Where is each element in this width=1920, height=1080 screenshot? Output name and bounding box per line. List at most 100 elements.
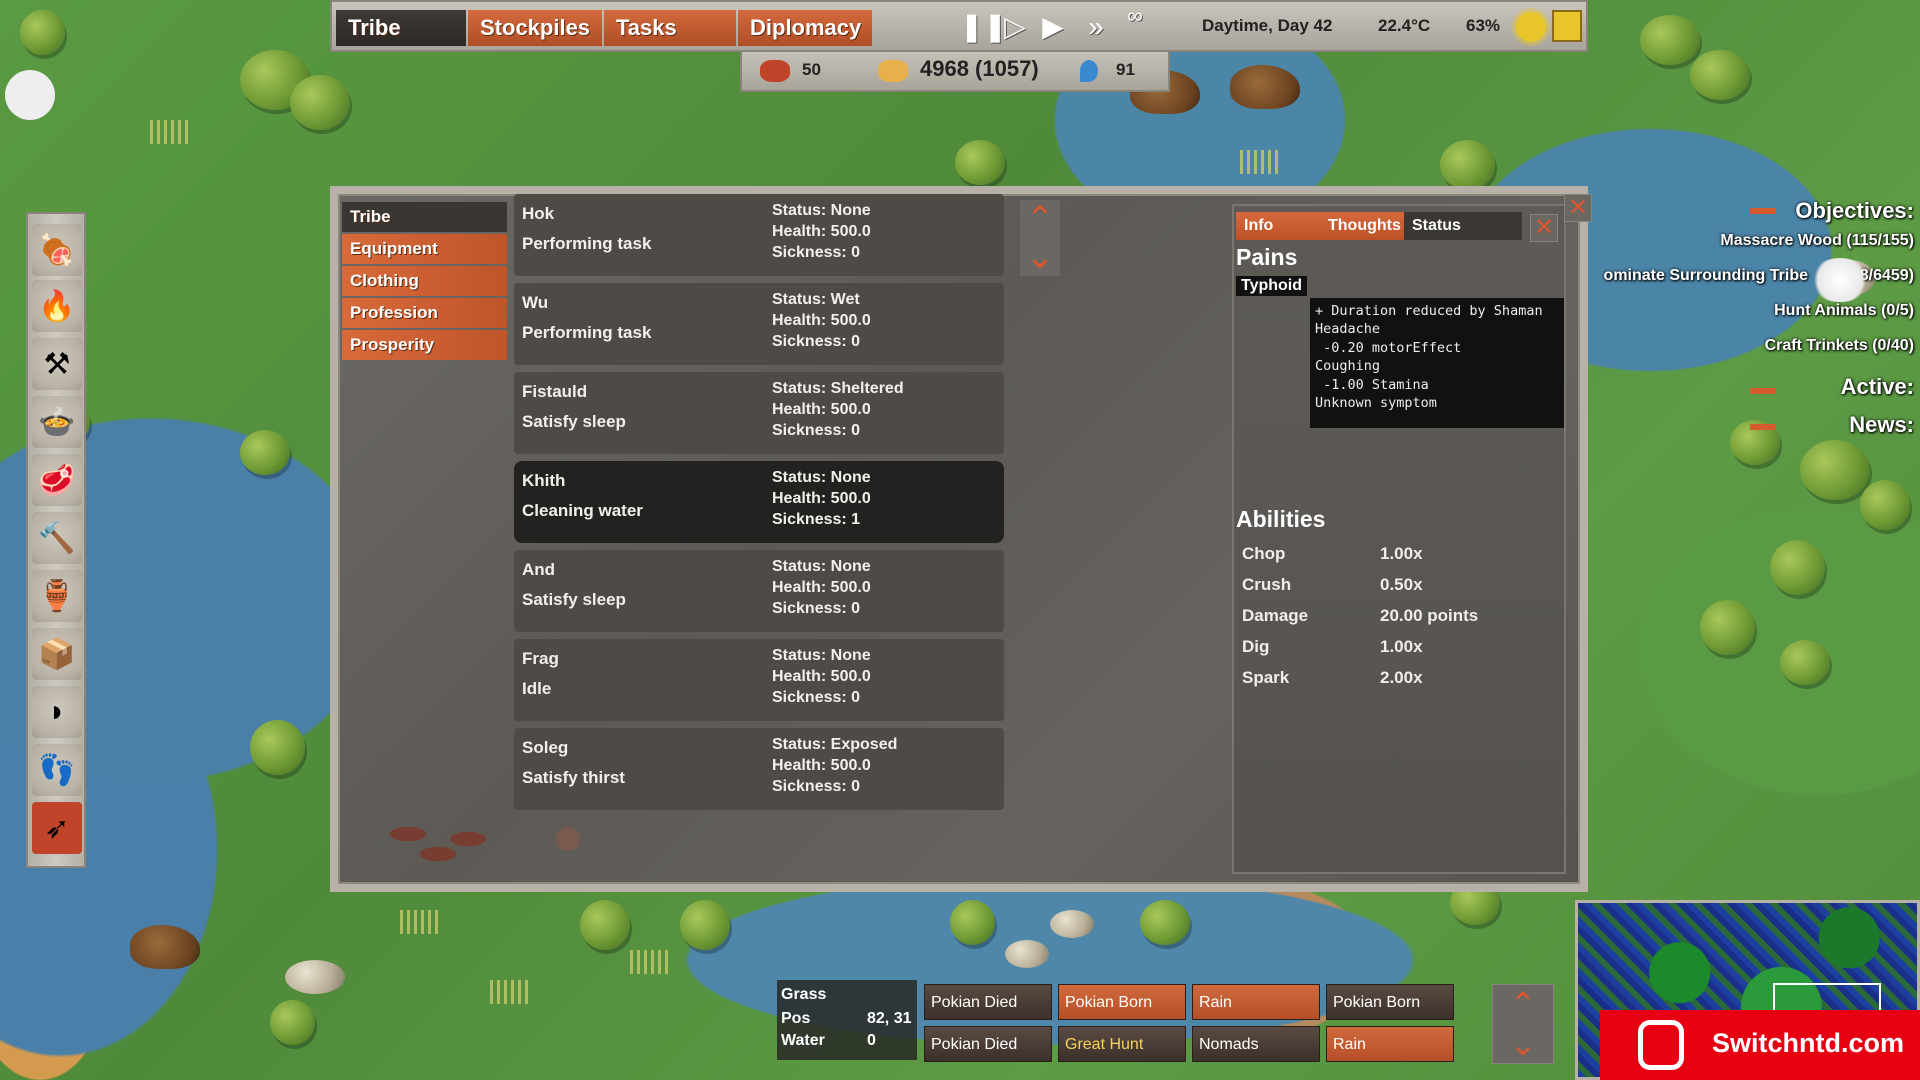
rock bbox=[1050, 910, 1094, 938]
side-tab-equipment[interactable]: Equipment bbox=[342, 234, 507, 264]
time-of-day: Daytime, Day 42 bbox=[1202, 16, 1333, 35]
active-title: Active: bbox=[1840, 374, 1914, 399]
tribe-member-row[interactable]: Fistauld Satisfy sleep Status: Sheltered… bbox=[514, 372, 1004, 454]
bow-arrow-icon[interactable]: ➶ bbox=[32, 802, 82, 854]
news-item[interactable]: Great Hunt bbox=[1058, 1026, 1186, 1062]
tribe-member-row[interactable]: Hok Performing task Status: None Health: … bbox=[514, 194, 1004, 276]
tree bbox=[950, 900, 995, 945]
info-tab-thoughts[interactable]: Thoughts bbox=[1320, 212, 1404, 240]
news-item[interactable]: Rain bbox=[1326, 1026, 1454, 1062]
member-info-panel: Info Thoughts Status ✕ Pains Typhoid + D… bbox=[1232, 204, 1566, 874]
top-bar: Tribe Stockpiles Tasks Diplomacy ❚❚ ▷ ▶ … bbox=[330, 0, 1588, 52]
step-forward-icon[interactable]: ▷ bbox=[998, 8, 1032, 46]
close-icon[interactable]: ✕ bbox=[1530, 214, 1558, 242]
humidity: 63% bbox=[1466, 16, 1501, 35]
objective-item[interactable]: Craft Trinkets (0/40) bbox=[1765, 337, 1914, 355]
tree bbox=[580, 900, 630, 950]
fast-forward-icon[interactable]: » bbox=[1074, 8, 1118, 46]
jars-icon[interactable]: 🏺 bbox=[32, 570, 82, 622]
resource-bar: 50 4968 (1057) 91 bbox=[740, 52, 1170, 92]
tree bbox=[1770, 540, 1825, 595]
switch-logo-icon bbox=[1638, 1020, 1684, 1070]
side-tab-profession[interactable]: Profession bbox=[342, 298, 507, 328]
bison[interactable] bbox=[1230, 65, 1300, 109]
member-name: Soleg bbox=[522, 738, 569, 757]
tab-tasks[interactable]: Tasks bbox=[604, 10, 736, 46]
tree bbox=[1780, 640, 1830, 685]
member-name: Khith bbox=[522, 471, 566, 490]
ability-name: Chop bbox=[1242, 544, 1286, 563]
tribe-member-row-selected[interactable]: Khith Cleaning water Status: None Health:… bbox=[514, 461, 1004, 543]
tree bbox=[1860, 480, 1910, 530]
scroll-down-button[interactable]: ⌄ bbox=[1020, 238, 1060, 276]
news-item[interactable]: Pokian Born bbox=[1058, 984, 1186, 1020]
tab-diplomacy[interactable]: Diplomacy bbox=[738, 10, 872, 46]
objective-item[interactable]: Massacre Wood (115/155) bbox=[1720, 232, 1914, 250]
member-task: Cleaning water bbox=[522, 501, 643, 520]
tribe-member-row[interactable]: Frag Idle Status: None Health: 500.0 Sickn… bbox=[514, 639, 1004, 721]
news-item[interactable]: Rain bbox=[1192, 984, 1320, 1020]
infinity-speed-icon[interactable]: ∞ bbox=[1118, 2, 1152, 40]
member-task: Idle bbox=[522, 679, 552, 698]
meat-tray-icon[interactable]: 🍖 bbox=[32, 224, 82, 276]
info-tab-status[interactable]: Status bbox=[1404, 212, 1522, 240]
member-task: Satisfy thirst bbox=[522, 768, 625, 787]
food-basket-icon[interactable]: 🍲 bbox=[32, 396, 82, 448]
member-name: Hok bbox=[522, 204, 555, 223]
tree bbox=[20, 10, 65, 55]
member-stats: Status: Sheltered Health: 500.0 Sickness: … bbox=[772, 380, 904, 439]
crossed-axes-icon[interactable]: ⚒ bbox=[32, 338, 82, 390]
news-item[interactable]: Pokian Died bbox=[924, 1026, 1052, 1062]
news-scroll-down-button[interactable]: ⌄ bbox=[1493, 1025, 1553, 1063]
tab-tribe[interactable]: Tribe bbox=[336, 10, 466, 46]
tree bbox=[240, 430, 290, 475]
member-name: Fistauld bbox=[522, 382, 588, 401]
side-tab-clothing[interactable]: Clothing bbox=[342, 266, 507, 296]
abilities-heading: Abilities bbox=[1236, 506, 1326, 532]
pause-icon[interactable]: ❚❚ bbox=[960, 8, 1007, 46]
raw-meat-icon[interactable]: 🥩 bbox=[32, 454, 82, 506]
bow-icon[interactable]: ◗ bbox=[32, 686, 82, 738]
left-toolbar: 🍖 🔥 ⚒ 🍲 🥩 🔨 🏺 📦 ◗ 👣 ➶ bbox=[26, 212, 86, 868]
objective-item[interactable]: Hunt Animals (0/5) bbox=[1774, 302, 1914, 320]
tall-grass bbox=[630, 950, 670, 974]
play-icon[interactable]: ▶ bbox=[1036, 8, 1070, 46]
fire-icon[interactable]: 🔥 bbox=[32, 280, 82, 332]
news-item[interactable]: Pokian Born bbox=[1326, 984, 1454, 1020]
tribe-emblem-icon[interactable] bbox=[1552, 10, 1582, 42]
tribe-member-row[interactable]: Wu Performing task Status: Wet Health: 50… bbox=[514, 283, 1004, 365]
member-stats: Status: None Health: 500.0 Sickness: 1 bbox=[772, 469, 871, 528]
tree bbox=[1700, 600, 1755, 655]
skull-crossbones-icon[interactable] bbox=[5, 70, 55, 120]
side-tab-tribe[interactable]: Tribe bbox=[342, 202, 507, 232]
pains-heading: Pains bbox=[1236, 244, 1298, 270]
tab-stockpiles[interactable]: Stockpiles bbox=[468, 10, 602, 46]
news-item[interactable]: Pokian Died bbox=[924, 984, 1052, 1020]
dialog-close-icon[interactable]: ✕ bbox=[1564, 194, 1592, 222]
tall-grass bbox=[150, 120, 190, 144]
news-item[interactable]: Nomads bbox=[1192, 1026, 1320, 1062]
objectives-dash-icon bbox=[1750, 208, 1776, 214]
tree bbox=[1440, 140, 1495, 190]
tree bbox=[290, 75, 350, 130]
tribe-member-row[interactable]: And Satisfy sleep Status: None Health: 50… bbox=[514, 550, 1004, 632]
pain-item-typhoid[interactable]: Typhoid bbox=[1236, 276, 1308, 296]
scroll-up-button[interactable]: ⌃ bbox=[1020, 200, 1060, 238]
crate-icon[interactable]: 📦 bbox=[32, 628, 82, 680]
ability-value: 1.00x bbox=[1380, 544, 1423, 563]
tree bbox=[955, 140, 1005, 185]
info-tab-info[interactable]: Info bbox=[1236, 212, 1320, 240]
member-name: Wu bbox=[522, 293, 549, 312]
news-scroll-up-button[interactable]: ⌃ bbox=[1493, 985, 1553, 1023]
objective-item[interactable]: ominate Surrounding Tribe bbox=[1604, 267, 1808, 285]
tile-pos-label: Pos bbox=[781, 1010, 811, 1027]
tribe-member-row[interactable]: Soleg Satisfy thirst Status: Exposed Heal… bbox=[514, 728, 1004, 810]
footprints-icon[interactable]: 👣 bbox=[32, 744, 82, 796]
tile-info-panel: Grass Pos 82, 31 Water 0 bbox=[777, 980, 917, 1060]
tree bbox=[1140, 900, 1190, 945]
ability-name: Crush bbox=[1242, 575, 1292, 594]
tree bbox=[1640, 15, 1700, 65]
bison[interactable] bbox=[130, 925, 200, 969]
hammer-icon[interactable]: 🔨 bbox=[32, 512, 82, 564]
side-tab-prosperity[interactable]: Prosperity bbox=[342, 330, 507, 360]
